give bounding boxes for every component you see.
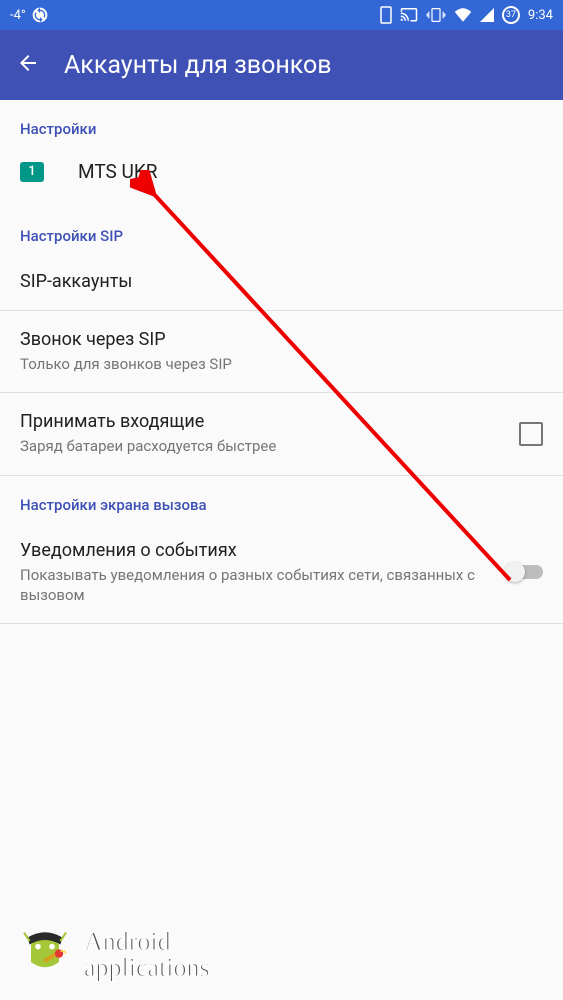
temperature: -4° bbox=[10, 8, 26, 23]
page-title: Аккаунты для звонков bbox=[64, 51, 332, 80]
watermark-line1: Android bbox=[84, 929, 210, 955]
sip-accounts-title: SIP-аккаунты bbox=[20, 271, 531, 292]
section-header-sip: Настройки SIP bbox=[0, 207, 563, 253]
status-bar: -4° 37 9:34 bbox=[0, 0, 563, 30]
incoming-row[interactable]: Принимать входящие Заряд батареи расходу… bbox=[0, 393, 563, 474]
back-button[interactable] bbox=[16, 51, 40, 79]
portrait-icon bbox=[380, 6, 392, 24]
sim-account-row[interactable]: 1 MTS UKR bbox=[0, 146, 563, 207]
notifications-row[interactable]: Уведомления о событиях Показывать уведом… bbox=[0, 522, 563, 624]
incoming-checkbox[interactable] bbox=[519, 422, 543, 446]
incoming-title: Принимать входящие bbox=[20, 411, 507, 432]
sim-label: MTS UKR bbox=[78, 160, 157, 183]
notifications-title: Уведомления о событиях bbox=[20, 540, 495, 561]
section-header-settings: Настройки bbox=[0, 100, 563, 146]
vibrate-icon bbox=[426, 7, 446, 23]
clock: 9:34 bbox=[528, 8, 553, 23]
sip-call-title: Звонок через SIP bbox=[20, 329, 531, 350]
notifications-sub: Показывать уведомления о разных событиях… bbox=[20, 565, 495, 606]
watermark-line2: applications bbox=[84, 955, 210, 981]
signal-icon bbox=[480, 8, 494, 22]
android-logo-icon bbox=[10, 920, 80, 990]
notifications-switch[interactable] bbox=[507, 565, 543, 579]
incoming-sub: Заряд батареи расходуется быстрее bbox=[20, 436, 507, 456]
watermark: Android applications bbox=[0, 910, 220, 1000]
section-header-call-screen: Настройки экрана вызова bbox=[0, 476, 563, 522]
sim-badge: 1 bbox=[20, 162, 44, 182]
battery-icon: 37 bbox=[502, 6, 520, 24]
sip-call-row[interactable]: Звонок через SIP Только для звонков чере… bbox=[0, 311, 563, 392]
content: Настройки 1 MTS UKR Настройки SIP SIP-ак… bbox=[0, 100, 563, 624]
sip-call-sub: Только для звонков через SIP bbox=[20, 354, 531, 374]
sip-accounts-row[interactable]: SIP-аккаунты bbox=[0, 253, 563, 310]
divider bbox=[0, 623, 563, 624]
cast-icon bbox=[400, 8, 418, 23]
sync-icon bbox=[32, 7, 48, 23]
wifi-icon bbox=[454, 8, 472, 22]
app-bar: Аккаунты для звонков bbox=[0, 30, 563, 100]
